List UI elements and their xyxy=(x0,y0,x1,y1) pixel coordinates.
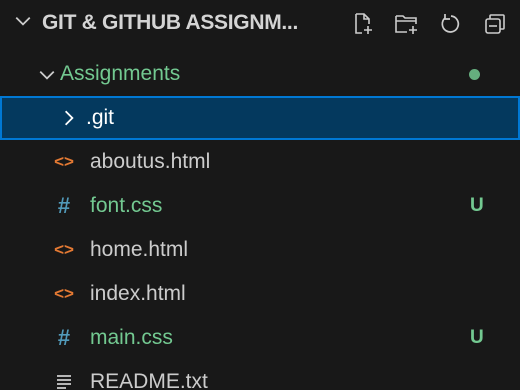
folder-label: Assignments xyxy=(60,62,181,85)
html-file-icon: <> xyxy=(54,152,74,171)
text-file-icon xyxy=(57,375,71,389)
refresh-icon xyxy=(441,14,460,33)
tree-item-aboutus-html[interactable]: <> aboutus.html xyxy=(0,140,520,184)
tree-item-home-html[interactable]: <> home.html xyxy=(0,228,520,272)
tree-item-font-css[interactable]: # font.css U xyxy=(0,184,520,228)
tree-item-index-html[interactable]: <> index.html xyxy=(0,272,520,316)
refresh-button[interactable] xyxy=(438,11,464,37)
collapse-all-button[interactable] xyxy=(482,11,508,37)
tree-item-label: index.html xyxy=(90,282,186,305)
html-file-icon: <> xyxy=(54,240,74,259)
tree-item-label: font.css xyxy=(90,194,163,217)
collapse-all-icon xyxy=(485,14,505,34)
header-actions xyxy=(350,11,508,37)
tree-item-readme-txt[interactable]: README.txt xyxy=(0,360,520,390)
workspace-title: GIT & GITHUB ASSIGNM... xyxy=(42,11,298,34)
tree-item-label: main.css xyxy=(90,326,173,349)
tree-item-label: .git xyxy=(86,106,115,129)
tree-item-label: README.txt xyxy=(90,370,208,390)
untracked-dot-icon xyxy=(469,69,480,80)
chevron-down-icon[interactable] xyxy=(14,12,32,30)
new-file-button[interactable] xyxy=(350,11,376,37)
tree-item-label: aboutus.html xyxy=(90,150,211,173)
tree-folder-assignments[interactable]: Assignments xyxy=(0,52,520,96)
tree-item-label: home.html xyxy=(90,238,189,261)
git-status-badge: U xyxy=(470,195,484,216)
css-file-icon: # xyxy=(57,193,71,218)
css-file-icon: # xyxy=(57,325,71,350)
tree-item-git[interactable]: .git xyxy=(0,96,520,140)
html-file-icon: <> xyxy=(54,284,74,303)
new-file-icon xyxy=(355,13,372,34)
new-folder-button[interactable] xyxy=(394,11,420,37)
chevron-down-icon xyxy=(39,70,55,80)
explorer-panel: GIT & GITHUB ASSIGNM... Assignments .git… xyxy=(0,0,520,390)
tree-item-main-css[interactable]: # main.css U xyxy=(0,316,520,360)
explorer-header[interactable]: GIT & GITHUB ASSIGNM... xyxy=(0,0,520,46)
git-status-badge: U xyxy=(470,327,484,348)
chevron-right-icon xyxy=(64,110,74,126)
new-folder-icon xyxy=(395,15,417,34)
